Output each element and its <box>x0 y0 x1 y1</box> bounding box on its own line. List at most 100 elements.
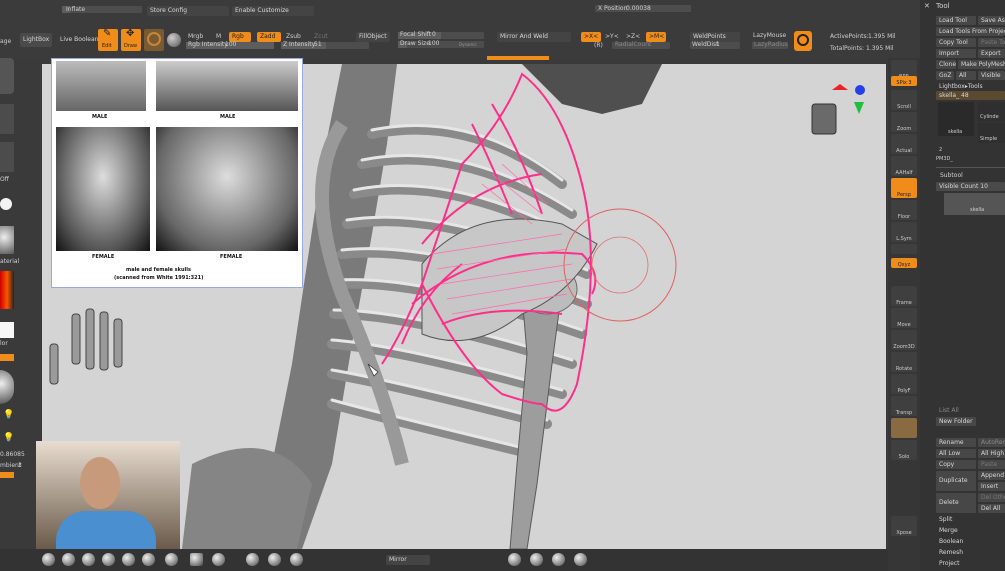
actual-button[interactable]: Actual <box>891 134 917 154</box>
import-button[interactable]: Import <box>936 49 976 58</box>
scroll-button[interactable]: Scroll <box>891 90 917 110</box>
zoom3d-button[interactable]: Zoom3D <box>891 330 917 350</box>
delete-button[interactable]: Delete <box>936 493 976 513</box>
brush-icon-10[interactable] <box>268 553 281 566</box>
list-all-button[interactable]: List All <box>936 406 976 415</box>
color-fill-button[interactable] <box>0 354 14 361</box>
all-button[interactable]: All <box>956 71 976 80</box>
del-other-button[interactable]: Del Other <box>978 493 1005 502</box>
aahalf-button[interactable]: AAHalf <box>891 156 917 176</box>
brush-icon-11[interactable] <box>290 553 303 566</box>
tool-thumb-pm3d[interactable]: PM3D_ <box>936 155 953 163</box>
brush-icon-3[interactable] <box>82 553 95 566</box>
mirror-and-weld-button[interactable]: Mirror And Weld <box>497 32 571 42</box>
material-ball-1[interactable] <box>508 553 521 566</box>
insert-button[interactable]: Insert <box>978 482 1005 491</box>
subtool-item[interactable]: skella <box>944 193 1005 215</box>
all-low-button[interactable]: All Low <box>936 449 976 458</box>
material-thumbnail[interactable] <box>0 226 14 254</box>
brush-icon-8[interactable] <box>212 553 225 566</box>
brush-thumbnail[interactable] <box>0 58 14 94</box>
copy-button[interactable]: Copy <box>936 460 976 469</box>
move-button[interactable]: Move <box>891 308 917 328</box>
remesh-button[interactable]: Remesh <box>936 548 1005 557</box>
matcap-sphere[interactable] <box>0 370 14 404</box>
lock-icon[interactable] <box>891 244 917 254</box>
draw-button[interactable]: ✥ Draw <box>121 29 141 51</box>
spix-slider[interactable]: SPix 3 <box>891 76 917 86</box>
radial-r-button[interactable]: (R) <box>594 42 603 50</box>
del-all-button[interactable]: Del All <box>978 504 1005 513</box>
goz-button[interactable]: GoZ <box>936 71 954 80</box>
xpose-button[interactable]: Xpose <box>891 516 917 536</box>
reference-image-panel[interactable]: MALE MALE FEMALE FEMALE male and female … <box>51 58 303 288</box>
dynamic-button[interactable]: Dynamic <box>459 41 477 49</box>
solo-button[interactable]: Solo <box>891 440 917 460</box>
boolean-button[interactable]: Boolean <box>936 537 1005 546</box>
tool-thumb-skella[interactable]: skella <box>938 102 974 136</box>
material-ball-2[interactable] <box>530 553 543 566</box>
ghost-button[interactable] <box>891 418 917 438</box>
brush-icon-4[interactable] <box>102 553 115 566</box>
lazy-mouse-toggle[interactable] <box>794 31 812 51</box>
subtool-header[interactable]: Subtool <box>940 172 963 180</box>
edit-button[interactable]: ✎ Edit <box>98 29 118 51</box>
live-boolean-button[interactable]: Live Boolean <box>57 33 99 47</box>
enable-customize-button[interactable]: Enable Customize <box>232 6 314 16</box>
brush-icon-1[interactable] <box>42 553 55 566</box>
active-tool-slider[interactable]: skella_ 48 <box>936 91 1005 100</box>
save-as-button[interactable]: Save As <box>978 16 1005 25</box>
brush-icon-2[interactable] <box>62 553 75 566</box>
material-sphere-icon[interactable] <box>167 33 181 47</box>
split-button[interactable]: Split <box>936 515 1005 524</box>
append-button[interactable]: Append <box>978 471 1005 480</box>
clone-button[interactable]: Clone <box>936 60 956 69</box>
close-icon[interactable]: ✕ <box>924 2 930 10</box>
new-folder-button[interactable]: New Folder <box>936 417 976 426</box>
stroke-thumbnail[interactable] <box>0 104 14 134</box>
polyf-button[interactable]: PolyF <box>891 374 917 394</box>
brush-icon-9[interactable] <box>246 553 259 566</box>
copy-tool-button[interactable]: Copy Tool <box>936 38 976 47</box>
transp-button[interactable]: Transp <box>891 396 917 416</box>
material-ball-4[interactable] <box>574 553 587 566</box>
rename-button[interactable]: Rename <box>936 438 976 447</box>
export-button[interactable]: Export <box>978 49 1005 58</box>
store-config-button[interactable]: Store Config <box>147 6 229 16</box>
m-label[interactable]: M <box>216 33 221 41</box>
zoom-button[interactable]: Zoom <box>891 112 917 132</box>
zcut-button[interactable]: Zcut <box>314 33 328 41</box>
merge-button[interactable]: Merge <box>936 526 1005 535</box>
duplicate-button[interactable]: Duplicate <box>936 471 976 491</box>
x-symmetry-button[interactable]: >X< <box>581 32 601 42</box>
frame-button[interactable]: Frame <box>891 286 917 306</box>
move-mode-button[interactable] <box>144 29 164 51</box>
lsym-button[interactable]: L.Sym <box>891 222 917 242</box>
floor-button[interactable]: Floor <box>891 200 917 220</box>
zsub-button[interactable]: Zsub <box>286 33 301 41</box>
material-ball-3[interactable] <box>552 553 565 566</box>
visible-button[interactable]: Visible <box>978 71 1005 80</box>
qxyz-button[interactable]: Qxyz <box>891 258 917 268</box>
mrgb-label[interactable]: Mrgb <box>188 33 203 41</box>
make-polymesh-button[interactable]: Make PolyMesh3D <box>958 60 1005 69</box>
paste-button[interactable]: Paste <box>978 460 1005 469</box>
lightbox-button[interactable]: LightBox <box>20 33 52 47</box>
alpha-thumbnail[interactable] <box>0 142 14 172</box>
brush-icon-5[interactable] <box>122 553 135 566</box>
y-symmetry-button[interactable]: >Y< <box>605 33 619 41</box>
tool-thumb-simple[interactable]: Simple <box>978 123 1005 143</box>
lightbox-tools-button[interactable]: Lightbox▸Tools <box>936 82 1005 91</box>
zadd-button[interactable]: Zadd <box>257 32 281 42</box>
main-color-swatch[interactable] <box>0 322 14 338</box>
brush-icon-6[interactable] <box>142 553 155 566</box>
all-high-button[interactable]: All High <box>978 449 1005 458</box>
ambient-slider[interactable] <box>0 472 14 478</box>
paste-tool-button[interactable]: Paste To <box>978 38 1005 47</box>
rotate-button[interactable]: Rotate <box>891 352 917 372</box>
z-symmetry-button[interactable]: >Z< <box>626 33 640 41</box>
auto-reorder-button[interactable]: AutoReorder <box>978 438 1005 447</box>
persp-button[interactable]: Persp <box>891 178 917 198</box>
tool-thumb-cylinder[interactable]: Cylinde <box>978 102 1005 122</box>
visible-count-slider[interactable]: Visible Count 10 <box>936 182 1005 191</box>
